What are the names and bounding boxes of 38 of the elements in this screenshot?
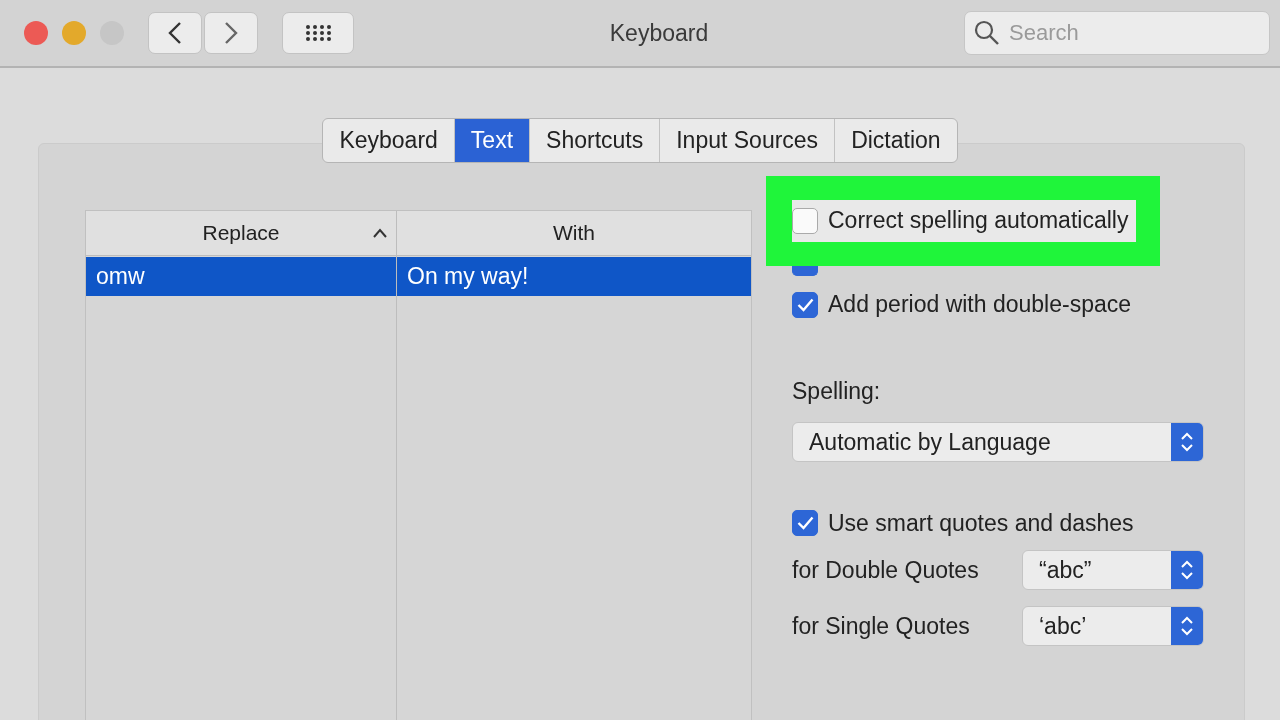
smart-quotes-label: Use smart quotes and dashes xyxy=(828,508,1134,538)
window-title: Keyboard xyxy=(609,19,709,46)
column-header[interactable]: Replace xyxy=(86,210,397,255)
chevron-left-icon xyxy=(167,21,183,45)
smart-quotes-checkbox[interactable] xyxy=(792,510,818,536)
spelling-label: Spelling: xyxy=(792,376,882,406)
close-button[interactable] xyxy=(24,21,48,45)
tab[interactable]: Keyboard xyxy=(323,119,454,162)
quotes-label: for Double Quotes xyxy=(792,555,980,585)
tab[interactable]: Shortcuts xyxy=(529,119,660,162)
quotes-dropdown[interactable]: “abc” xyxy=(1022,550,1204,590)
option-label: Add period with double-space xyxy=(828,290,1132,320)
tab[interactable]: Input Sources xyxy=(659,119,835,162)
chevron-right-icon xyxy=(223,21,239,45)
table-cell-text: On my way! xyxy=(406,261,530,291)
grid-icon xyxy=(303,23,333,43)
quotes-label: for Single Quotes xyxy=(792,611,971,641)
column-header[interactable]: With xyxy=(397,210,751,255)
stepper-icon xyxy=(1171,551,1203,589)
table-row[interactable]: omw On my way! xyxy=(86,256,751,296)
search-icon xyxy=(974,20,1000,46)
tab[interactable]: Text xyxy=(453,119,530,162)
option-label: Correct spelling automatically xyxy=(828,206,1129,236)
spelling-dropdown[interactable]: Automatic by Language xyxy=(792,422,1204,462)
show-all-button[interactable] xyxy=(282,12,354,54)
stepper-icon xyxy=(1171,423,1203,461)
option-checkbox[interactable] xyxy=(792,291,818,318)
quotes-dropdown[interactable]: ‘abc’ xyxy=(1022,606,1204,646)
option-checkbox[interactable] xyxy=(792,207,818,234)
forward-button[interactable] xyxy=(204,12,258,54)
check-icon xyxy=(796,516,814,530)
search-field[interactable]: Search xyxy=(964,11,1270,55)
tab[interactable]: Dictation xyxy=(834,119,957,162)
stepper-icon xyxy=(1171,607,1203,645)
table-cell: omw xyxy=(86,256,397,296)
check-icon xyxy=(796,297,814,312)
option-checkbox[interactable] xyxy=(792,265,818,276)
back-button[interactable] xyxy=(148,12,202,54)
